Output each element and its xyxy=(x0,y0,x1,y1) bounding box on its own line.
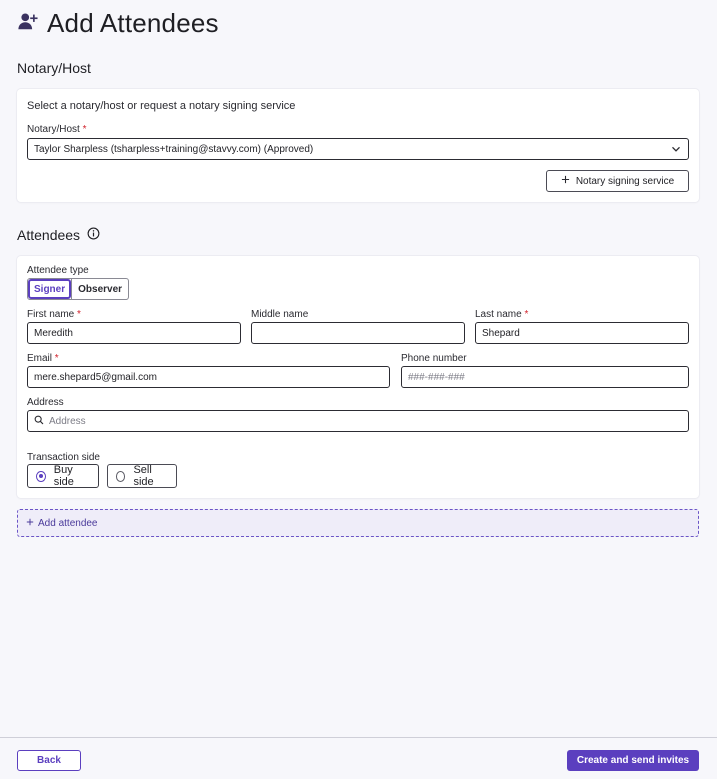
transaction-side-buy[interactable]: Buy side xyxy=(27,464,99,488)
footer-bar: Back Create and send invites xyxy=(0,737,717,779)
radio-selected-icon xyxy=(36,470,46,482)
add-person-icon xyxy=(17,10,39,37)
radio-unselected-icon xyxy=(116,470,126,482)
last-name-field[interactable]: Shepard xyxy=(475,322,689,344)
attendee-type-toggle: Signer Observer xyxy=(27,278,130,300)
middle-name-field[interactable] xyxy=(251,322,465,344)
phone-number-field[interactable]: ###-###-### xyxy=(401,366,689,388)
search-icon xyxy=(34,415,44,428)
info-icon[interactable] xyxy=(87,227,100,243)
email-field[interactable]: mere.shepard5@gmail.com xyxy=(27,366,390,388)
required-mark: * xyxy=(82,124,87,135)
attendee-type-observer[interactable]: Observer xyxy=(71,279,128,299)
attendee-card: Attendee type Signer Observer First name… xyxy=(17,256,699,498)
attendees-heading: Attendees xyxy=(17,227,100,243)
create-and-send-invites-button[interactable]: Create and send invites xyxy=(567,750,699,771)
address-search-field[interactable]: Address xyxy=(27,410,689,432)
notary-host-label: Notary/Host * xyxy=(27,124,87,135)
page-header: Add Attendees xyxy=(17,8,219,39)
transaction-side-label: Transaction side xyxy=(27,452,100,463)
transaction-side-sell[interactable]: Sell side xyxy=(107,464,177,488)
notary-host-heading: Notary/Host xyxy=(17,60,91,76)
phone-number-label: Phone number xyxy=(401,353,467,364)
first-name-field[interactable]: Meredith xyxy=(27,322,241,344)
add-attendee-button[interactable]: Add attendee xyxy=(17,509,699,537)
notary-instruction: Select a notary/host or request a notary… xyxy=(27,100,296,112)
notary-host-selected-value: Taylor Sharpless (tsharpless+training@st… xyxy=(34,143,314,155)
last-name-label: Last name * xyxy=(475,309,529,320)
plus-icon xyxy=(26,518,34,529)
notary-host-select[interactable]: Taylor Sharpless (tsharpless+training@st… xyxy=(27,138,689,160)
chevron-down-icon xyxy=(671,144,681,157)
notary-signing-service-button[interactable]: Notary signing service xyxy=(546,170,689,192)
notary-host-card: Select a notary/host or request a notary… xyxy=(17,89,699,202)
back-button[interactable]: Back xyxy=(17,750,81,771)
first-name-label: First name * xyxy=(27,309,81,320)
page-title: Add Attendees xyxy=(47,8,219,38)
middle-name-label: Middle name xyxy=(251,309,309,320)
address-label: Address xyxy=(27,397,64,408)
attendee-type-signer[interactable]: Signer xyxy=(28,279,72,299)
attendee-type-label: Attendee type xyxy=(27,265,89,276)
email-label: Email * xyxy=(27,353,59,364)
plus-icon xyxy=(561,175,570,187)
